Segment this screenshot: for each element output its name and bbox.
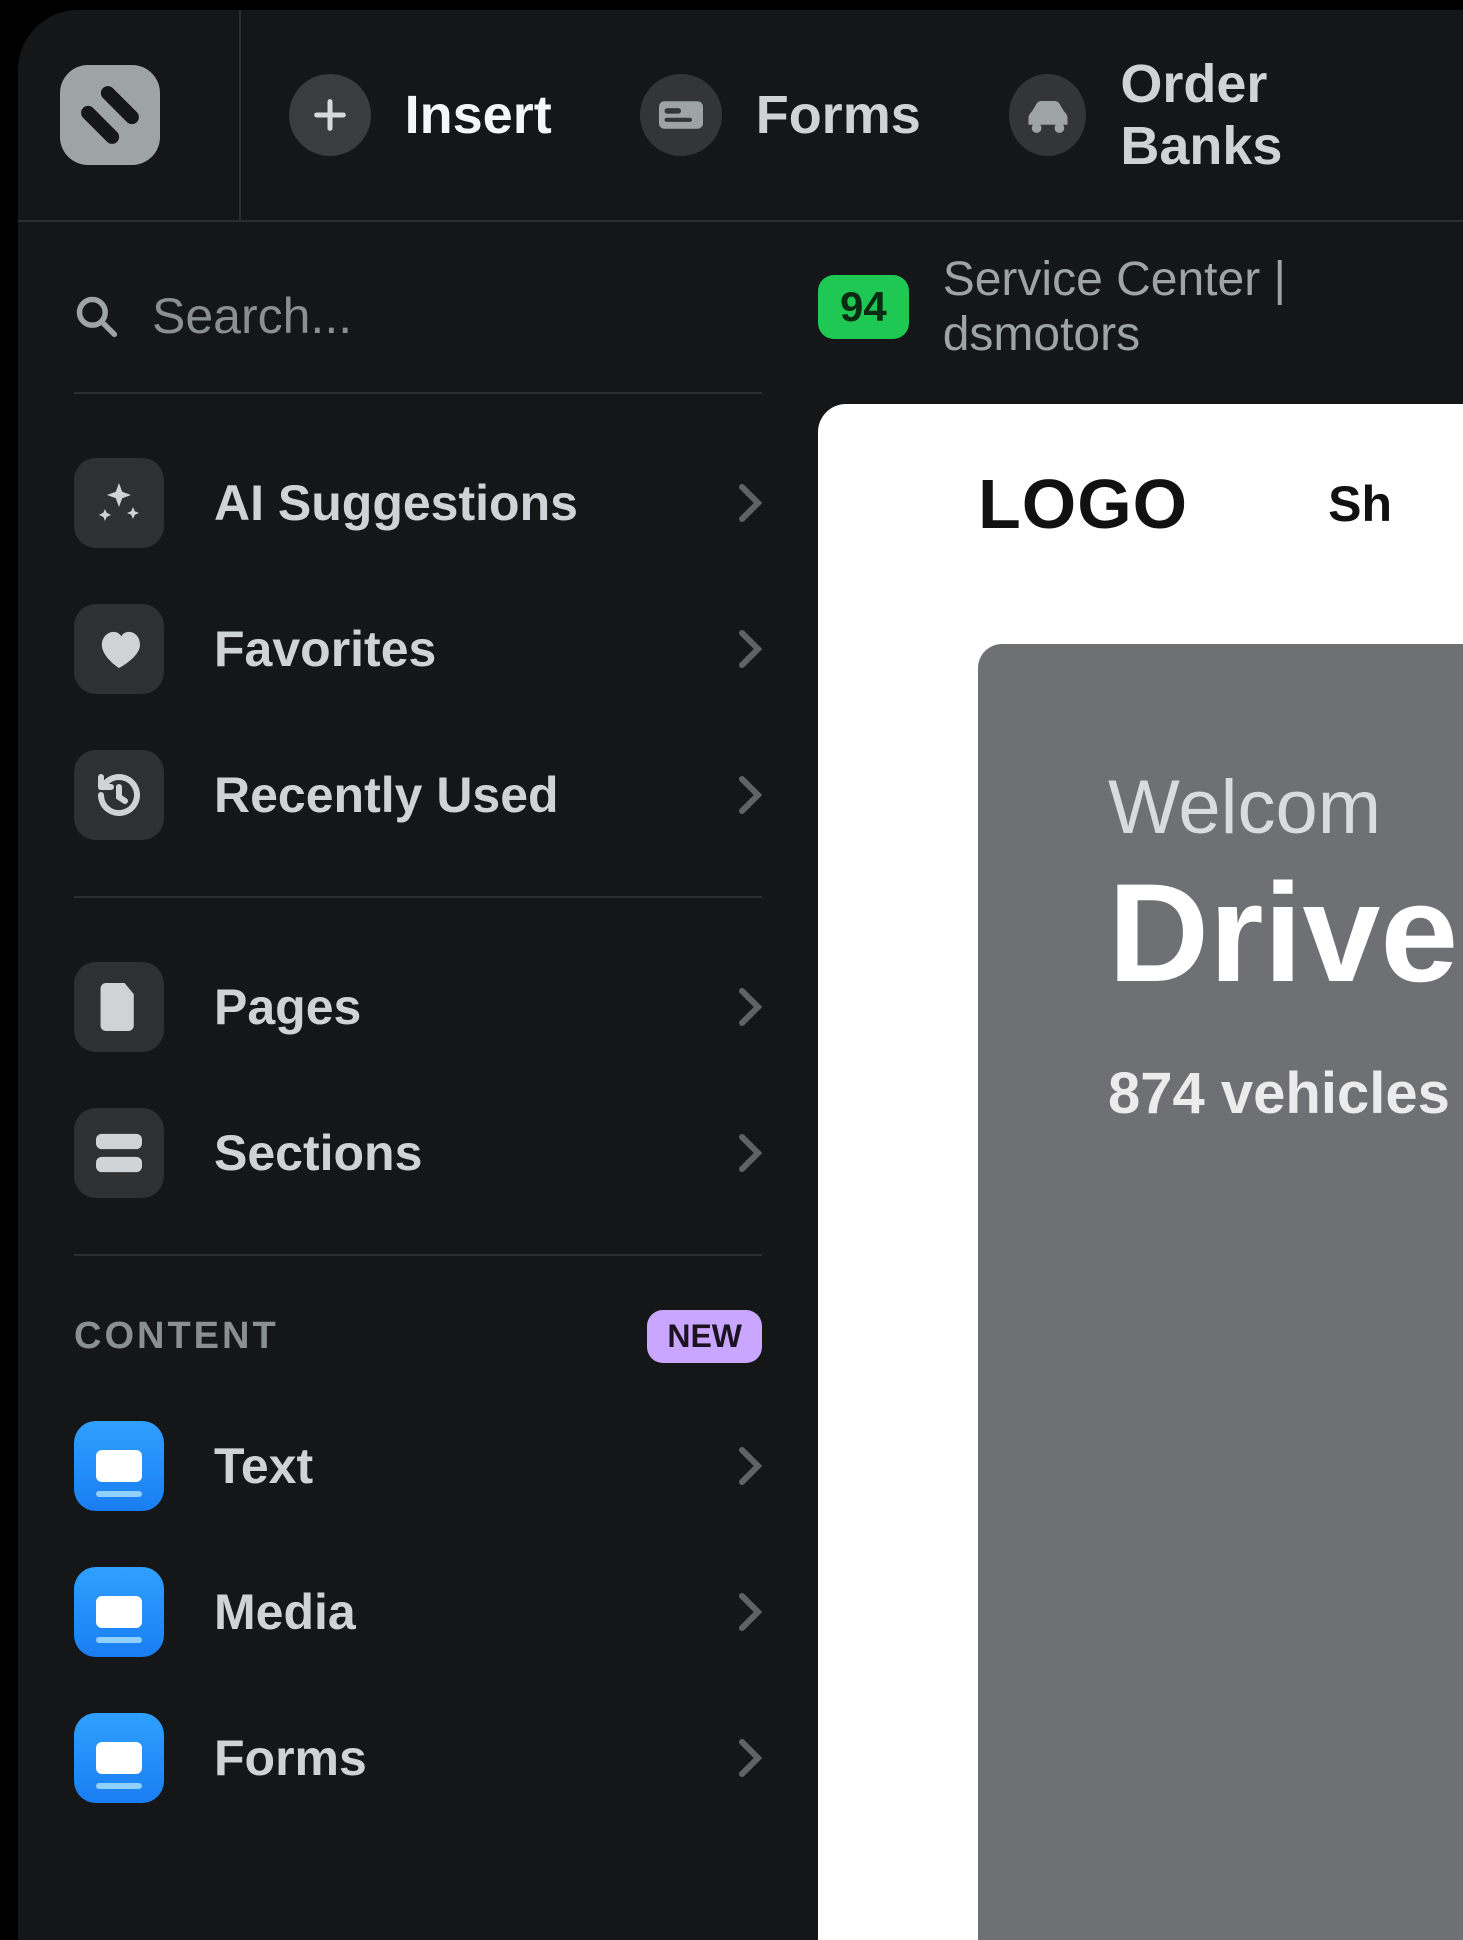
chevron-right-icon (738, 629, 762, 669)
tab-label: Insert (405, 84, 552, 146)
sidebar-item-label: Recently Used (214, 766, 688, 824)
sidebar-item-media[interactable]: Media (74, 1539, 762, 1685)
preview-hero: Welcom Drive 874 vehicles (978, 644, 1463, 1940)
search-input[interactable] (152, 287, 795, 345)
search-row[interactable] (74, 268, 762, 364)
heart-icon (74, 604, 164, 694)
sidebar-item-content-forms[interactable]: Forms (74, 1685, 762, 1831)
sidebar-item-label: Text (214, 1437, 688, 1495)
tab-order-banks[interactable]: Order Banks (1009, 53, 1427, 177)
sidebar-item-ai-suggestions[interactable]: AI Suggestions (74, 430, 762, 576)
preview-nav-item[interactable]: Sh (1328, 475, 1392, 533)
preview-logo[interactable]: LOGO (978, 464, 1188, 544)
history-icon (74, 750, 164, 840)
page-icon (74, 962, 164, 1052)
sidebar: AI Suggestions Favorites (18, 222, 818, 1940)
breadcrumb[interactable]: Service Center | dsmotors (943, 252, 1443, 362)
section-title: CONTENT (74, 1315, 279, 1358)
preview-frame[interactable]: LOGO Sh Welcom Drive 874 vehicles (818, 404, 1463, 1940)
sidebar-item-sections[interactable]: Sections (74, 1080, 762, 1226)
tab-forms[interactable]: Forms (640, 74, 921, 156)
car-icon (1009, 74, 1087, 156)
content-media-icon (74, 1567, 164, 1657)
chevron-right-icon (738, 483, 762, 523)
score-badge[interactable]: 94 (818, 275, 909, 339)
hero-headline: Drive (1108, 859, 1463, 1006)
canvas-header: 94 Service Center | dsmotors (818, 262, 1463, 352)
chevron-right-icon (738, 1738, 762, 1778)
sidebar-item-label: AI Suggestions (214, 474, 688, 532)
sections-icon (74, 1108, 164, 1198)
search-icon (74, 294, 118, 338)
app-logo[interactable] (60, 10, 241, 220)
sidebar-item-label: Pages (214, 978, 688, 1036)
preview-header: LOGO Sh (978, 464, 1463, 544)
content-forms-icon (74, 1713, 164, 1803)
section-header-content: CONTENT NEW (74, 1310, 762, 1363)
sidebar-item-label: Favorites (214, 620, 688, 678)
chevron-right-icon (738, 987, 762, 1027)
sidebar-item-label: Forms (214, 1729, 688, 1787)
chevron-right-icon (738, 1592, 762, 1632)
divider (74, 1254, 762, 1256)
tab-label: Order Banks (1120, 53, 1427, 177)
divider (74, 896, 762, 898)
plus-icon (289, 74, 371, 156)
tab-label: Forms (756, 84, 921, 146)
content-text-icon (74, 1421, 164, 1511)
app-logo-icon (60, 65, 160, 165)
new-badge: NEW (647, 1310, 762, 1363)
sidebar-item-label: Sections (214, 1124, 688, 1182)
canvas: 94 Service Center | dsmotors LOGO Sh Wel… (818, 222, 1463, 1940)
form-icon (640, 74, 722, 156)
sparkle-icon (74, 458, 164, 548)
sidebar-item-label: Media (214, 1583, 688, 1641)
hero-subline: 874 vehicles (1108, 1060, 1463, 1127)
sidebar-item-text[interactable]: Text (74, 1393, 762, 1539)
sidebar-item-recently-used[interactable]: Recently Used (74, 722, 762, 868)
sidebar-item-favorites[interactable]: Favorites (74, 576, 762, 722)
sidebar-item-pages[interactable]: Pages (74, 934, 762, 1080)
hero-welcome: Welcom (1108, 764, 1463, 851)
chevron-right-icon (738, 775, 762, 815)
chevron-right-icon (738, 1446, 762, 1486)
topbar: Insert Forms Order Banks (18, 10, 1463, 222)
divider (74, 392, 762, 394)
chevron-right-icon (738, 1133, 762, 1173)
tab-insert[interactable]: Insert (289, 74, 552, 156)
